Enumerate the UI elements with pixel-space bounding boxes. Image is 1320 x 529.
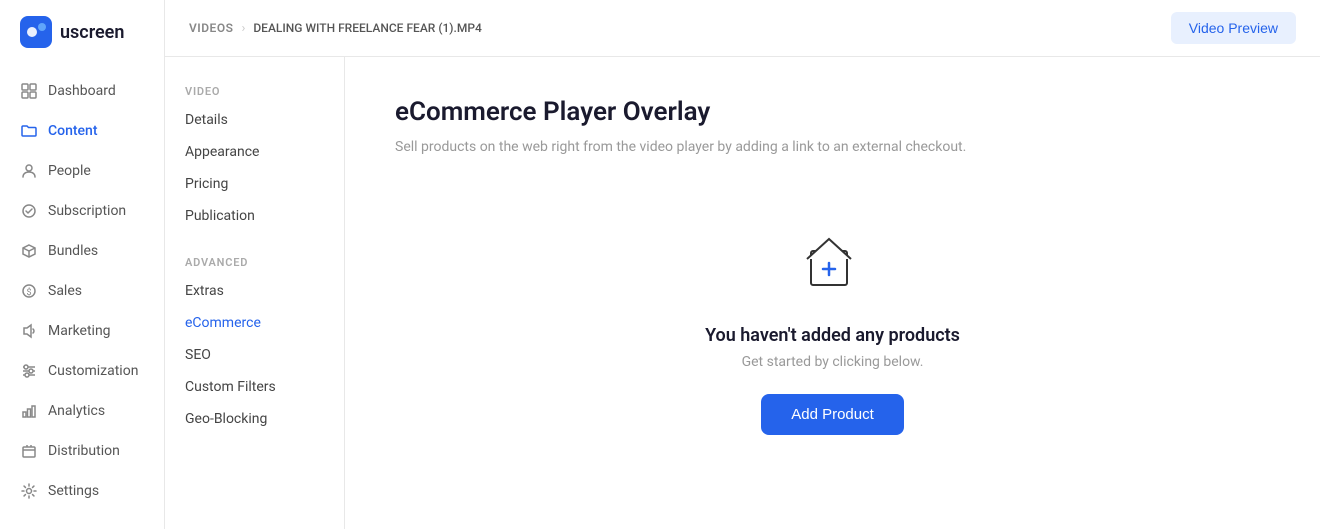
page-content: eCommerce Player Overlay Sell products o… [345, 57, 1320, 529]
sidebar-item-marketing[interactable]: Marketing [0, 312, 164, 350]
sub-section-advanced: ADVANCED Extras eCommerce SEO Custom Fil… [165, 248, 344, 435]
sidebar-item-settings[interactable]: Settings [0, 472, 164, 510]
sidebar-nav: Dashboard Content People [0, 64, 164, 518]
breadcrumb-root[interactable]: VIDEOS [189, 21, 233, 35]
sidebar-item-customization[interactable]: Customization [0, 352, 164, 390]
sub-nav-pricing[interactable]: Pricing [165, 168, 344, 200]
dollar-icon: $ [20, 282, 38, 300]
page-title: eCommerce Player Overlay [395, 97, 1270, 127]
sub-nav-seo[interactable]: SEO [165, 339, 344, 371]
logo-icon [20, 16, 52, 48]
add-product-button[interactable]: Add Product [761, 394, 904, 435]
sidebar-item-subscription-label: Subscription [48, 203, 126, 219]
sub-nav-custom-filters[interactable]: Custom Filters [165, 371, 344, 403]
main: VIDEOS › DEALING WITH FREELANCE FEAR (1)… [165, 0, 1320, 529]
sidebar-item-subscription[interactable]: Subscription [0, 192, 164, 230]
logo: uscreen [0, 0, 164, 64]
sidebar-item-distribution[interactable]: Distribution [0, 432, 164, 470]
empty-state: You haven't added any products Get start… [395, 205, 1270, 475]
sidebar-item-marketing-label: Marketing [48, 323, 111, 339]
sidebar-item-bundles[interactable]: Bundles [0, 232, 164, 270]
sliders-icon [20, 362, 38, 380]
content-layout: VIDEO Details Appearance Pricing Publica… [165, 57, 1320, 529]
page-subtitle: Sell products on the web right from the … [395, 139, 1270, 155]
user-icon [20, 162, 38, 180]
sub-nav-publication[interactable]: Publication [165, 200, 344, 232]
sidebar-item-analytics-label: Analytics [48, 403, 105, 419]
sidebar-item-sales-label: Sales [48, 283, 82, 299]
video-preview-button[interactable]: Video Preview [1171, 12, 1296, 44]
sidebar-item-dashboard[interactable]: Dashboard [0, 72, 164, 110]
sidebar-item-content[interactable]: Content [0, 112, 164, 150]
header: VIDEOS › DEALING WITH FREELANCE FEAR (1)… [165, 0, 1320, 57]
sub-section-video: VIDEO Details Appearance Pricing Publica… [165, 77, 344, 232]
sub-sidebar: VIDEO Details Appearance Pricing Publica… [165, 57, 345, 529]
empty-state-subtitle: Get started by clicking below. [742, 354, 924, 370]
svg-text:$: $ [27, 287, 32, 298]
sidebar-item-sales[interactable]: $ Sales [0, 272, 164, 310]
sidebar-item-distribution-label: Distribution [48, 443, 120, 459]
package-icon [20, 242, 38, 260]
sidebar-item-people[interactable]: People [0, 152, 164, 190]
sidebar-item-customization-label: Customization [48, 363, 138, 379]
bar-chart-icon [20, 402, 38, 420]
folder-icon [20, 122, 38, 140]
sub-section-video-label: VIDEO [165, 77, 344, 104]
gear-icon [20, 482, 38, 500]
sub-nav-details[interactable]: Details [165, 104, 344, 136]
logo-text: uscreen [60, 22, 124, 43]
sub-nav-geo-blocking[interactable]: Geo-Blocking [165, 403, 344, 435]
sidebar: uscreen Dashboard Content [0, 0, 165, 529]
sub-nav-appearance[interactable]: Appearance [165, 136, 344, 168]
sub-section-advanced-label: ADVANCED [165, 248, 344, 275]
grid-icon [20, 82, 38, 100]
sub-nav-ecommerce[interactable]: eCommerce [165, 307, 344, 339]
sub-nav-extras[interactable]: Extras [165, 275, 344, 307]
breadcrumb-separator: › [241, 21, 245, 36]
sidebar-item-analytics[interactable]: Analytics [0, 392, 164, 430]
box-icon [20, 442, 38, 460]
sidebar-item-settings-label: Settings [48, 483, 99, 499]
breadcrumb: VIDEOS › DEALING WITH FREELANCE FEAR (1)… [189, 21, 482, 36]
empty-state-title: You haven't added any products [705, 325, 960, 346]
sidebar-item-people-label: People [48, 163, 91, 179]
breadcrumb-current: DEALING WITH FREELANCE FEAR (1).MP4 [253, 21, 481, 35]
empty-state-icon [793, 225, 873, 305]
circle-icon [20, 202, 38, 220]
speaker-icon [20, 322, 38, 340]
sidebar-item-content-label: Content [48, 123, 98, 139]
sidebar-item-dashboard-label: Dashboard [48, 83, 116, 99]
sidebar-item-bundles-label: Bundles [48, 243, 98, 259]
